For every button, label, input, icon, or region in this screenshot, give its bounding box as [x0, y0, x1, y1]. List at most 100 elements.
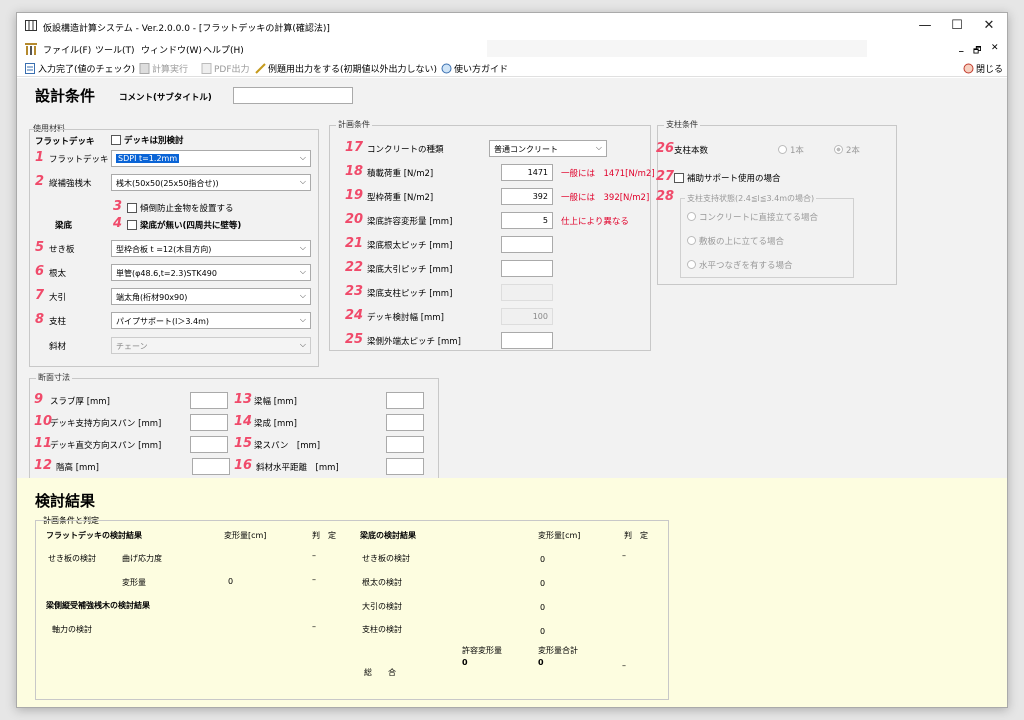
form-board-select[interactable]: 型枠合板 t =12(木目方向) ⌵: [111, 240, 311, 257]
field-number-19: 19: [345, 188, 364, 203]
anti-topple-label: 傾倒防止金物を設置する: [140, 204, 234, 214]
form-load-input[interactable]: 392: [501, 188, 553, 205]
menu-file[interactable]: ファイル(F): [43, 43, 91, 56]
deck-cross-span-input[interactable]: [190, 436, 228, 453]
state-horizontal-label: 水平つなぎを有する場合: [699, 261, 793, 271]
allowable-deform-input[interactable]: 5: [501, 212, 553, 229]
support-pitch-input[interactable]: [501, 284, 553, 301]
beam-pitch-input[interactable]: [501, 260, 553, 277]
mdi-close-button[interactable]: ✕: [991, 43, 999, 53]
total-judge: –: [622, 661, 626, 670]
slab-thickness-label: スラブ厚 [mm]: [50, 397, 110, 407]
example-output-button[interactable]: 例題用出力をする(初期値以外出力しない): [255, 62, 437, 75]
field-number-2: 2: [35, 174, 45, 189]
calculator-icon: [139, 63, 150, 74]
design-heading: 設計条件: [35, 87, 96, 105]
support-count-2-radio[interactable]: 2本: [834, 144, 860, 156]
input-complete-button[interactable]: 入力完了(値のチェック): [25, 62, 135, 75]
radio-concrete[interactable]: [687, 212, 696, 221]
allow-header: 許容変形量: [462, 646, 502, 655]
comment-input[interactable]: [233, 87, 353, 104]
flat-deck-value: SDPI t=1.2mm: [116, 154, 180, 163]
radio-1[interactable]: [778, 145, 787, 154]
sum-header: 変形量合計: [538, 646, 578, 655]
state-radio-concrete[interactable]: コンクリートに直接立てる場合: [687, 211, 818, 223]
axial-label: 軸力の検討: [52, 625, 92, 634]
chevron-down-icon: ⌵: [299, 153, 306, 162]
separate-check-checkbox[interactable]: デッキは別検討: [111, 134, 184, 146]
live-load-input[interactable]: 1471: [501, 164, 553, 181]
field-number-28: 28: [656, 189, 675, 204]
radio-2[interactable]: [834, 145, 843, 154]
guide-icon: [441, 63, 452, 74]
mdi-restore-button[interactable]: 🗗: [973, 43, 981, 59]
support-label: 支柱: [49, 317, 67, 327]
concrete-type-select[interactable]: 普通コンクリート ⌵: [489, 140, 607, 157]
slab-thickness-input[interactable]: [190, 392, 228, 409]
field-number-3: 3: [113, 199, 123, 214]
close-form-button[interactable]: 閉じる: [963, 62, 1003, 75]
live-load-note: 一般には 1471[N/m2]: [561, 169, 655, 179]
form-board-value: 型枠合板 t =12(木目方向): [116, 245, 212, 254]
separate-check-box[interactable]: [111, 135, 121, 145]
flat-deck-select[interactable]: SDPI t=1.2mm ⌵: [111, 150, 311, 167]
menu-help[interactable]: ヘルプ(H): [203, 43, 244, 56]
pdf-button[interactable]: PDF出力: [201, 62, 250, 75]
mdi-app-icon[interactable]: [25, 43, 37, 55]
radio-horizontal[interactable]: [687, 260, 696, 269]
right-row-3-value: 0: [540, 603, 546, 612]
flat-deck-label: フラットデッキ: [49, 155, 109, 165]
diagonal-distance-input[interactable]: [386, 458, 424, 475]
deck-span-input[interactable]: [190, 414, 228, 431]
maximize-button[interactable]: ☐: [943, 17, 971, 35]
results-heading: 検討結果: [35, 492, 96, 510]
aux-support-checkbox[interactable]: 補助サポート使用の場合: [674, 172, 781, 184]
anti-topple-checkbox[interactable]: 傾倒防止金物を設置する: [127, 202, 234, 214]
radio-board[interactable]: [687, 236, 696, 245]
deck-width-input[interactable]: 100: [501, 308, 553, 325]
section-group-title: 断面寸法: [36, 372, 72, 383]
minimize-button[interactable]: —: [911, 17, 939, 35]
menu-window[interactable]: ウィンドウ(W): [141, 43, 202, 56]
separate-check-label: デッキは別検討: [124, 136, 184, 146]
aux-support-box[interactable]: [674, 173, 684, 183]
right-judge-header: 判 定: [624, 531, 648, 540]
beam-span-input[interactable]: [386, 436, 424, 453]
allow-value: 0: [462, 658, 468, 667]
deck-width-label: デッキ検討幅 [mm]: [367, 313, 444, 323]
joist-select[interactable]: 単管(φ48.6,t=2.3)STK490 ⌵: [111, 264, 311, 281]
support-count-1-radio[interactable]: 1本: [778, 144, 804, 156]
beam-width-input[interactable]: [386, 392, 424, 409]
right-row-2-label: 根太の検討: [362, 578, 402, 587]
field-number-14: 14: [234, 414, 253, 429]
anti-topple-box[interactable]: [127, 203, 137, 213]
diagonal-select[interactable]: チェーン ⌵: [111, 337, 311, 354]
beam-depth-input[interactable]: [386, 414, 424, 431]
sum-value: 0: [538, 658, 544, 667]
right-row-1-value: 0: [540, 555, 546, 564]
chevron-down-icon: ⌵: [299, 243, 306, 252]
state-radio-board[interactable]: 敷板の上に立てる場合: [687, 235, 784, 247]
beam-select[interactable]: 端太角(桁材90x90) ⌵: [111, 288, 311, 305]
close-button[interactable]: ✕: [975, 17, 1003, 35]
flat-deck-results-title: フラットデッキの検討結果: [46, 531, 142, 540]
calc-button[interactable]: 計算実行: [139, 62, 188, 75]
no-beam-bottom-box[interactable]: [127, 220, 137, 230]
section-group: 断面寸法 9 スラブ厚 [mm] 10 デッキ支持方向スパン [mm] 11 デ…: [29, 372, 439, 479]
side-pitch-input[interactable]: [501, 332, 553, 349]
no-beam-bottom-label: 梁底が無い(四周共に壁等): [140, 221, 242, 231]
support-group: 支柱条件 26 支柱本数 1本 2本 27 補助サポート使用の場合 28 支柱支…: [656, 119, 897, 285]
design-conditions-area: 設計条件 コメント(サブタイトル) 使用材料 フラットデッキ デッキは別検討 1…: [17, 78, 1007, 479]
mdi-minimize-button[interactable]: _: [959, 43, 964, 53]
state-radio-horizontal[interactable]: 水平つなぎを有する場合: [687, 259, 793, 271]
joist-label: 根太: [49, 269, 67, 279]
support-select[interactable]: パイプサポート(l＞3.4m) ⌵: [111, 312, 311, 329]
menu-tools[interactable]: ツール(T): [95, 43, 135, 56]
right-row-4-value: 0: [540, 627, 546, 636]
no-beam-bottom-checkbox[interactable]: 梁底が無い(四周共に壁等): [127, 219, 241, 231]
vertical-lumber-select[interactable]: 桟木(50x50(25x50指合せ)) ⌵: [111, 174, 311, 191]
floor-height-input[interactable]: [192, 458, 230, 475]
guide-button[interactable]: 使い方ガイド: [441, 62, 508, 75]
joist-pitch-input[interactable]: [501, 236, 553, 253]
field-number-22: 22: [345, 260, 364, 275]
